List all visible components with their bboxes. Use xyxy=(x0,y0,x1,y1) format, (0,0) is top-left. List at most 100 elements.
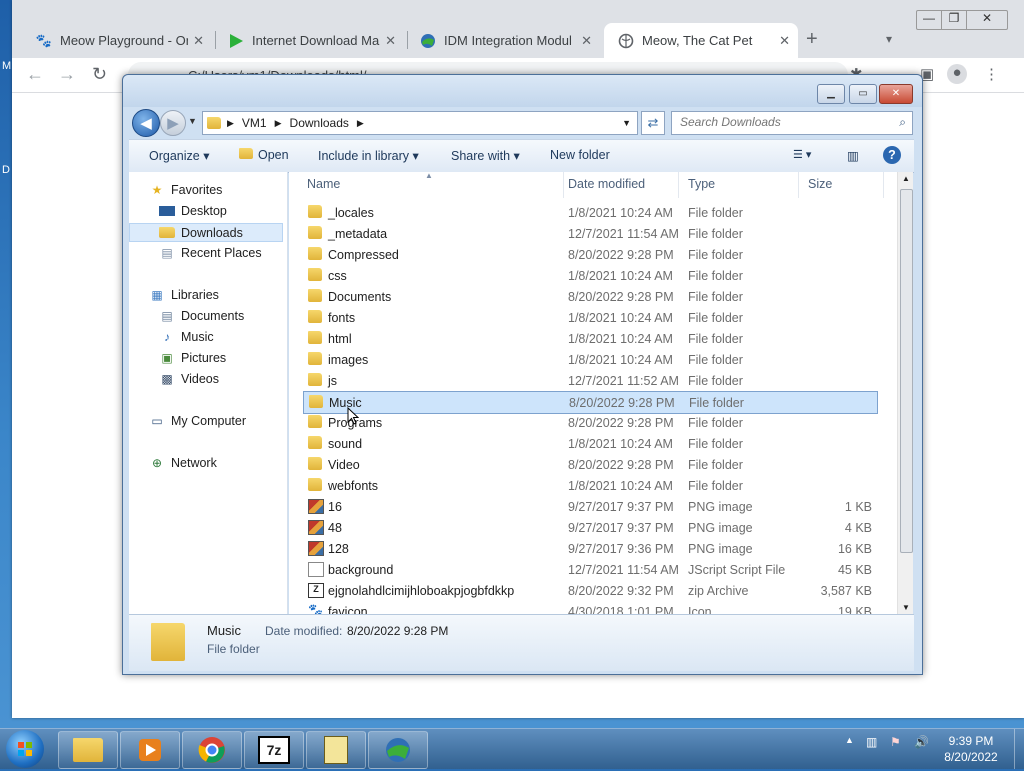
nav-downloads[interactable]: Downloads xyxy=(129,223,283,242)
file-row[interactable]: background 12/7/2021 11:54 AM JScript Scri… xyxy=(303,559,876,580)
forward-icon[interactable]: → xyxy=(58,64,76,85)
refresh-button[interactable]: ⇄ xyxy=(641,111,665,135)
file-row[interactable]: css 1/8/2021 10:24 AM File folder xyxy=(303,265,876,286)
preview-pane-icon[interactable]: ▥ xyxy=(847,148,859,163)
file-row[interactable]: html 1/8/2021 10:24 AM File folder xyxy=(303,328,876,349)
reload-icon[interactable]: ↻ xyxy=(92,64,107,85)
open-button[interactable]: Open xyxy=(239,148,289,162)
file-date: 1/8/2021 10:24 AM xyxy=(568,331,673,346)
file-row[interactable]: 128 9/27/2017 9:36 PM PNG image 16 KB xyxy=(303,538,876,559)
file-row[interactable]: js 12/7/2021 11:52 AM File folder xyxy=(303,370,876,391)
breadcrumb-vm1[interactable]: VM1 xyxy=(242,116,267,130)
column-header-type[interactable]: Type xyxy=(684,172,799,198)
profile-avatar-icon[interactable]: ● xyxy=(947,64,967,84)
file-row[interactable]: 48 9/27/2017 9:37 PM PNG image 4 KB xyxy=(303,517,876,538)
explorer-minimize-button[interactable]: ▁ xyxy=(817,84,845,104)
search-input[interactable] xyxy=(672,112,880,132)
address-bar[interactable]: ▶ VM1 ▶ Downloads ▶ ▼ xyxy=(202,111,638,135)
file-row[interactable]: Zejgnolahdlcimijhloboakpjogbfdkkp 8/20/20… xyxy=(303,580,876,601)
file-row[interactable]: 🐾 favicon 4/30/2018 1:01 PM Icon 19 KB xyxy=(303,601,876,615)
file-row[interactable]: images 1/8/2021 10:24 AM File folder xyxy=(303,349,876,370)
tab-idm-integration[interactable]: IDM Integration Module ✕ xyxy=(406,23,600,58)
file-row[interactable]: webfonts 1/8/2021 10:24 AM File folder xyxy=(303,475,876,496)
nav-desktop[interactable]: Desktop xyxy=(159,204,227,218)
tab-internet-download-manager[interactable]: Internet Download Man ✕ xyxy=(214,23,404,58)
nav-label: Recent Places xyxy=(181,246,262,260)
nav-my-computer[interactable]: ▭ My Computer xyxy=(149,414,246,428)
column-header-size[interactable]: Size xyxy=(804,172,884,198)
search-box[interactable]: ⌕ xyxy=(671,111,913,135)
explorer-close-button[interactable]: ✕ xyxy=(879,84,913,104)
file-name: favicon xyxy=(328,604,368,615)
menu-icon[interactable]: ⋮ xyxy=(984,65,999,83)
scroll-down-icon[interactable]: ▼ xyxy=(902,603,910,612)
file-row[interactable]: _locales 1/8/2021 10:24 AM File folder xyxy=(303,202,876,223)
tab-meow-playground[interactable]: 🐾 Meow Playground - Onli ✕ xyxy=(22,23,212,58)
tab-search-icon[interactable]: ▾ xyxy=(886,32,892,46)
close-icon[interactable]: ✕ xyxy=(193,33,204,49)
breadcrumb-separator: ▶ xyxy=(274,117,282,128)
taskbar-chrome[interactable] xyxy=(182,731,242,769)
arrow-right-icon: ▶ xyxy=(167,115,179,132)
file-row[interactable]: Programs8/20/2022 9:28 PMFile folder xyxy=(303,412,876,433)
new-tab-button[interactable]: + xyxy=(806,28,818,51)
maximize-button[interactable]: ❐ xyxy=(941,10,967,30)
column-header-name[interactable]: Name ▲ xyxy=(303,172,564,198)
file-row[interactable]: fonts 1/8/2021 10:24 AM File folder xyxy=(303,307,876,328)
close-icon[interactable]: ✕ xyxy=(779,33,790,49)
back-icon[interactable]: ← xyxy=(26,64,44,85)
file-row[interactable]: Video 8/20/2022 9:28 PM File folder xyxy=(303,454,876,475)
new-folder-button[interactable]: New folder xyxy=(550,148,610,162)
nav-documents[interactable]: ▤ Documents xyxy=(159,309,244,323)
back-button[interactable]: ◀ xyxy=(132,109,160,137)
organize-button[interactable]: Organize ▾ xyxy=(149,148,209,163)
action-center-flag-icon[interactable]: ⚑ xyxy=(890,735,901,749)
nav-videos[interactable]: ▩ Videos xyxy=(159,372,219,386)
show-desktop-button[interactable] xyxy=(1014,729,1024,769)
view-options-icon[interactable]: ☰ ▾ xyxy=(793,148,811,161)
file-row[interactable]: Compressed 8/20/2022 9:28 PM File folder xyxy=(303,244,876,265)
nav-music[interactable]: ♪ Music xyxy=(159,330,214,344)
scrollbar-thumb[interactable] xyxy=(900,189,913,553)
explorer-maximize-button[interactable]: ▭ xyxy=(849,84,877,104)
breadcrumb-downloads[interactable]: Downloads xyxy=(290,116,349,130)
taskbar-idm[interactable] xyxy=(368,731,428,769)
nav-pictures[interactable]: ▣ Pictures xyxy=(159,351,226,365)
include-in-library-button[interactable]: Include in library ▾ xyxy=(318,148,419,163)
nav-libraries[interactable]: ▦ Libraries xyxy=(149,288,219,302)
taskbar-media-player[interactable] xyxy=(120,731,180,769)
command-bar: Organize ▾ Open Include in library ▾ Sha… xyxy=(129,139,914,173)
search-icon[interactable]: ⌕ xyxy=(899,115,906,130)
nav-favorites[interactable]: ★ Favorites xyxy=(149,183,223,197)
file-row[interactable]: _metadata 12/7/2021 11:54 AM File folder xyxy=(303,223,876,244)
folder-icon xyxy=(308,331,322,344)
scroll-up-icon[interactable]: ▲ xyxy=(902,174,910,183)
nav-recent-places[interactable]: ▤ Recent Places xyxy=(159,246,262,260)
help-icon[interactable]: ? xyxy=(883,146,901,164)
tab-meow-cat-pet[interactable]: Meow, The Cat Pet ✕ xyxy=(604,23,798,58)
column-header-date[interactable]: Date modified xyxy=(564,172,679,198)
file-row[interactable]: Documents 8/20/2022 9:28 PM File folder xyxy=(303,286,876,307)
taskbar-7zip[interactable]: 7z xyxy=(244,731,304,769)
close-icon[interactable]: ✕ xyxy=(581,33,592,49)
idm-globe-icon xyxy=(420,33,436,49)
forward-button[interactable]: ▶ xyxy=(160,110,186,136)
taskbar-archive[interactable] xyxy=(306,731,366,769)
file-row[interactable]: Music 8/20/2022 9:28 PM File folder xyxy=(303,391,878,414)
vertical-scrollbar[interactable]: ▲ ▼ xyxy=(897,172,913,614)
system-clock[interactable]: 9:39 PM 8/20/2022 xyxy=(942,733,1000,765)
address-dropdown-icon[interactable]: ▼ xyxy=(622,118,631,128)
close-icon[interactable]: ✕ xyxy=(385,33,396,49)
file-row[interactable]: sound 1/8/2021 10:24 AM File folder xyxy=(303,433,876,454)
taskbar-explorer[interactable] xyxy=(58,731,118,769)
minimize-button[interactable]: — xyxy=(916,10,942,30)
network-tray-icon[interactable]: ▥ xyxy=(866,735,877,749)
start-button[interactable] xyxy=(6,730,44,768)
share-with-button[interactable]: Share with ▾ xyxy=(451,148,520,163)
close-button[interactable]: ✕ xyxy=(966,10,1008,30)
file-row[interactable]: 16 9/27/2017 9:37 PM PNG image 1 KB xyxy=(303,496,876,517)
recent-pages-dropdown[interactable]: ▼ xyxy=(188,116,197,126)
nav-network[interactable]: ⊕ Network xyxy=(149,456,217,470)
show-hidden-icons[interactable]: ▲ xyxy=(845,735,854,745)
volume-icon[interactable]: 🔊 xyxy=(914,735,929,749)
